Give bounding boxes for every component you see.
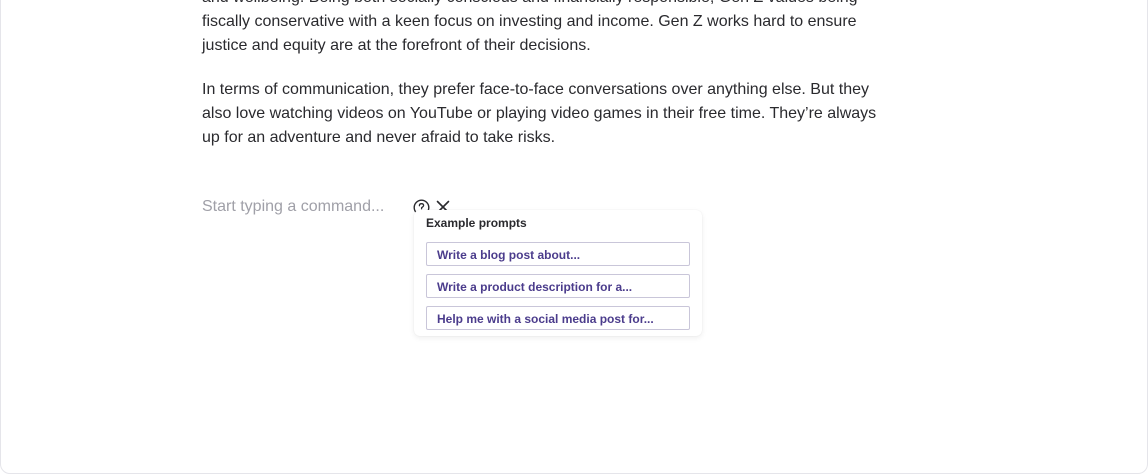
example-prompt-button[interactable]: Help me with a social media post for...	[426, 306, 690, 330]
example-prompts-popover: Example prompts Write a blog post about.…	[414, 210, 702, 336]
example-prompt-button[interactable]: Write a blog post about...	[426, 242, 690, 266]
example-prompt-button[interactable]: Write a product description for a...	[426, 274, 690, 298]
command-input[interactable]	[202, 195, 402, 219]
document-paragraph[interactable]: and wellbeing. Being both socially consc…	[202, 0, 942, 58]
example-prompts-title: Example prompts	[426, 216, 527, 230]
document-paragraph[interactable]: In terms of communication, they prefer f…	[202, 78, 942, 150]
